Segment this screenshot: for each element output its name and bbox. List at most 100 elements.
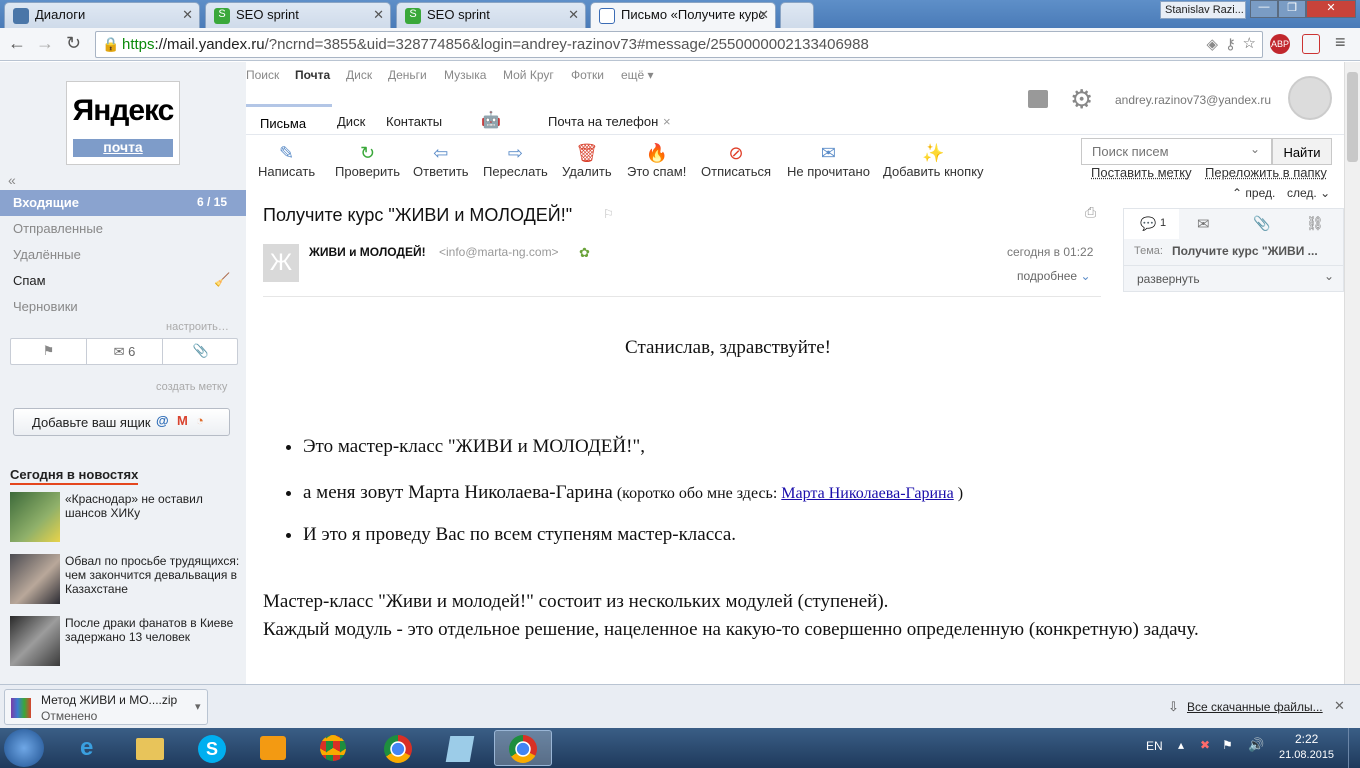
prev-link[interactable]: ⌃ пред. [1232,186,1275,200]
envelope-icon[interactable]: ✉ [1197,215,1210,233]
close-icon[interactable]: ✕ [568,7,579,23]
nav-disk[interactable]: Диск [346,68,372,82]
close-icon[interactable]: ✕ [182,7,193,23]
reload-icon[interactable]: ↻ [66,33,81,54]
flag-tray-icon[interactable]: ⚑ [1222,738,1233,752]
folder-inbox[interactable]: Входящие 6 / 15 [0,190,246,216]
chrome-active-icon[interactable] [494,730,552,766]
close-icon[interactable]: ✕ [373,7,384,23]
nav-search[interactable]: Поиск [246,68,279,82]
configure-folders-link[interactable]: настроить… [166,321,229,333]
sender-email[interactable]: <info@marta-ng.com> [439,245,559,259]
create-label-link[interactable]: создать метку [156,381,227,393]
tab-contacts[interactable]: Контакты [386,114,442,129]
key-icon[interactable]: ⚷ [1225,35,1236,53]
forward-button[interactable]: ⇨ Переслать [483,142,548,179]
chrome-app-icon[interactable] [306,730,362,766]
profile-chip[interactable]: Stanislav Razi... [1160,1,1246,19]
reply-button[interactable]: ⇦ Ответить [413,142,469,179]
nav-mail[interactable]: Почта [295,68,330,82]
adblock-icon[interactable]: ABP [1270,34,1290,54]
link-icon[interactable]: ⛓ [1306,215,1324,232]
menu-icon[interactable]: ≡ [1335,32,1346,53]
page-scrollbar[interactable] [1344,62,1360,684]
folder-spam[interactable]: Спам [13,273,46,288]
sender-name[interactable]: ЖИВИ и МОЛОДЕЙ! [309,245,426,259]
scrollbar-thumb[interactable] [1347,72,1358,162]
flag-icon[interactable]: ⚐ [603,207,614,221]
notepad-icon[interactable] [432,730,488,766]
next-link[interactable]: след. ⌄ [1287,186,1330,200]
start-button[interactable] [4,729,44,767]
print-icon[interactable]: ⎙ [1085,204,1096,221]
folder-sent[interactable]: Отправленные [13,221,103,236]
thread-tab-comments[interactable]: 💬 1 [1124,209,1179,239]
close-icon[interactable]: ✕ [758,7,769,23]
tab-letters[interactable]: Письма [246,104,332,134]
delete-button[interactable]: 🗑 Удалить [562,142,612,179]
flag-icon[interactable]: ⚑ [11,339,87,364]
folder-deleted[interactable]: Удалённые [13,247,81,262]
expand-link[interactable]: развернуть [1137,272,1200,286]
nav-more[interactable]: ещё ▾ [621,68,654,82]
nav-music[interactable]: Музыка [444,68,486,82]
ie-icon[interactable]: e [64,730,120,766]
yandex-mail-logo[interactable]: Яндекс почта [66,81,180,165]
address-bar[interactable]: 🔒 https://mail.yandex.ru/?ncrnd=3855&uid… [95,31,1263,58]
explorer-icon[interactable] [122,730,178,766]
all-downloads-link[interactable]: Все скачанные файлы... [1187,700,1323,714]
forward-icon[interactable]: → [36,33,54,54]
paperclip-icon[interactable]: 📎 [1253,215,1270,232]
tab-mail-active[interactable]: Письмо «Получите курс ✕ [590,2,776,29]
language-indicator[interactable]: EN [1146,739,1163,753]
extension-shield-icon[interactable] [1302,34,1320,54]
account-email[interactable]: andrey.razinov73@yandex.ru [1115,93,1271,107]
themes-icon[interactable] [1028,90,1048,108]
nav-photos[interactable]: Фотки [571,68,604,82]
compose-button[interactable]: ✎ Написать [258,142,315,179]
unread-filter[interactable]: ✉ 6 [87,339,163,364]
collapse-icon[interactable]: « [8,172,16,188]
news-title[interactable]: Сегодня в новостях [10,467,139,485]
skype-icon[interactable]: S [184,730,240,766]
nav-money[interactable]: Деньги [388,68,427,82]
chevron-down-icon[interactable]: ⌄ [1324,269,1334,283]
move-to-folder-link[interactable]: Переложить в папку [1205,165,1327,180]
avatar[interactable] [1288,76,1332,120]
tab-seosprint-1[interactable]: S SEO sprint ✕ [205,2,391,28]
close-icon[interactable]: ✕ [1334,698,1345,714]
unsubscribe-button[interactable]: ⊘ Отписаться [701,142,771,179]
media-player-icon[interactable] [244,730,300,766]
chrome-icon[interactable] [370,730,426,766]
mark-unread-button[interactable]: ✉ Не прочитано [787,142,870,179]
clock-date[interactable]: 21.08.2015 [1279,749,1334,761]
tab-dialogs[interactable]: Диалоги ✕ [4,2,200,28]
bookmark-star-icon[interactable]: ☆ [1243,34,1256,52]
show-desktop-button[interactable] [1348,728,1360,768]
add-button-button[interactable]: ✨ Добавить кнопку [883,142,984,179]
nav-moikrug[interactable]: Мой Круг [503,68,554,82]
tab-phone-mail[interactable]: Почта на телефон [548,114,658,129]
dropdown-arrow-icon[interactable]: ▾ [195,700,201,713]
chevron-down-icon[interactable]: ⌄ [1250,142,1260,156]
spam-button[interactable]: 🔥 Это спам! [627,142,686,179]
search-button[interactable]: Найти [1272,138,1332,165]
details-link[interactable]: подробнее ⌄ [1017,269,1091,283]
clock-time[interactable]: 2:22 [1295,732,1318,746]
paperclip-icon[interactable]: 📎 [163,339,239,364]
folder-drafts[interactable]: Черновики [13,299,78,314]
network-icon[interactable]: ✖ [1200,738,1210,752]
minimize-icon[interactable]: — [1250,0,1278,18]
tab-disk[interactable]: Диск [337,114,365,129]
new-tab-button[interactable] [780,2,814,28]
gear-icon[interactable]: ⚙ [1070,84,1093,115]
extension-icon[interactable]: ◈ [1206,35,1218,53]
close-window-icon[interactable]: ✕ [1306,0,1356,18]
set-label-link[interactable]: Поставить метку [1091,165,1192,180]
add-mailbox-button[interactable]: Добавьте ваш ящик @ M ◔ [13,408,230,436]
back-icon[interactable]: ← [8,33,26,54]
close-icon[interactable]: × [663,114,671,129]
broom-icon[interactable]: 🧹 [214,272,230,288]
tray-arrow-icon[interactable]: ▴ [1178,738,1184,752]
download-item[interactable]: Метод ЖИВИ и МО....zip Отменено ▾ [4,689,208,725]
